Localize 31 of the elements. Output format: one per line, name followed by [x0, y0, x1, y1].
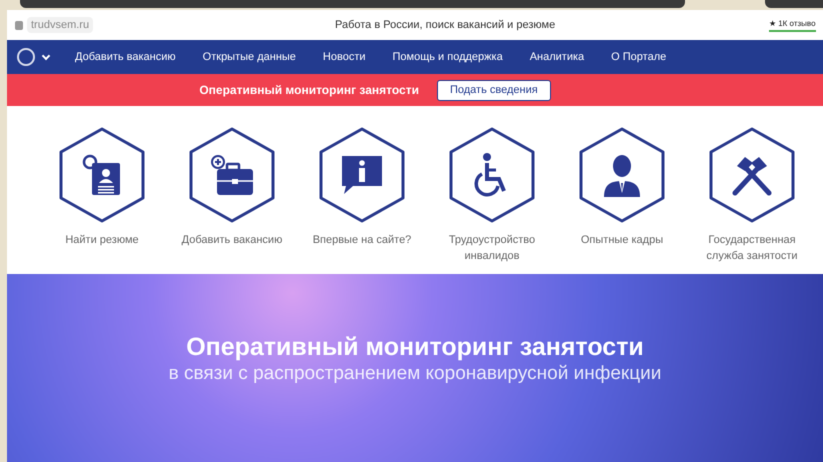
nav-link[interactable]: Добавить вакансию	[75, 48, 176, 66]
service-hexagon-button[interactable]	[57, 126, 147, 224]
banner-subtitle: в связи с распространением коронавирусной инфекции	[168, 362, 662, 386]
service-hexagon-button[interactable]	[187, 126, 277, 224]
service-hexagon-button[interactable]	[577, 126, 667, 224]
lock-icon	[15, 20, 23, 30]
service-hexagon-button[interactable]	[707, 126, 797, 224]
businessman-icon	[602, 153, 642, 197]
banner-title: Оперативный мониторинг занятости	[186, 332, 644, 362]
alert-text: Оперативный мониторинг занятости	[199, 82, 419, 99]
hexagon-frame-icon	[707, 126, 797, 224]
nav-link[interactable]: Новости	[322, 48, 366, 66]
page-title: Работа в России, поиск вакансий и резюме	[335, 18, 556, 33]
hexagon-frame-icon	[447, 126, 537, 224]
service-link[interactable]: Опытные кадры	[566, 232, 678, 248]
service-hexagon-button[interactable]	[317, 126, 407, 224]
browser-tab-strip	[765, 0, 823, 8]
service-hexagon-button[interactable]	[447, 126, 537, 224]
nav-link[interactable]: Помощь и поддержка	[392, 48, 503, 66]
service-link[interactable]: Государственная служба занятости	[696, 232, 808, 264]
service-link[interactable]: Добавить вакансию	[176, 232, 288, 248]
nav-link[interactable]: Аналитика	[530, 48, 584, 66]
service-link[interactable]: Трудоустройство инвалидов	[436, 232, 548, 264]
nav-link[interactable]: О Портале	[611, 48, 666, 66]
service-link[interactable]: Впервые на сайте?	[306, 232, 418, 248]
briefcase-add-icon	[209, 154, 255, 196]
reviews-link[interactable]: ★ 1К отзыво	[769, 18, 816, 32]
service-link[interactable]: Найти резюме	[46, 232, 158, 248]
info-speech-icon	[339, 153, 385, 197]
nav-link[interactable]: Открытые данные	[202, 48, 296, 66]
submit-info-button[interactable]: Подать сведения	[436, 80, 551, 100]
